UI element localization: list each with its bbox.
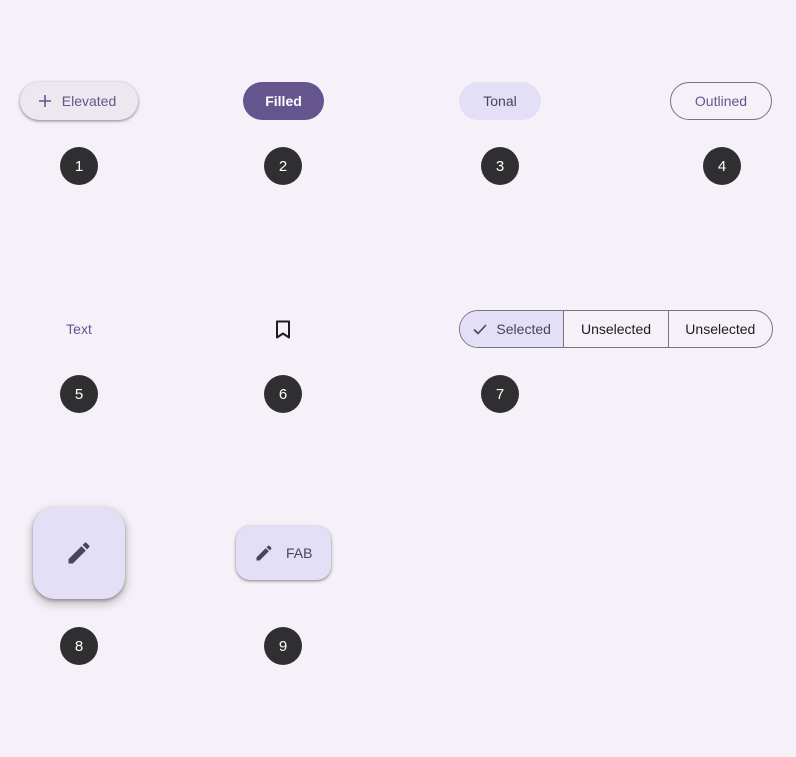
filled-button[interactable]: Filled bbox=[243, 82, 324, 120]
segment-unselected[interactable]: Unselected bbox=[667, 311, 772, 347]
badge-1: 1 bbox=[60, 147, 98, 185]
extended-fab[interactable]: FAB bbox=[236, 526, 331, 580]
check-icon bbox=[473, 324, 488, 335]
badge-2: 2 bbox=[264, 147, 302, 185]
bookmark-icon-button[interactable] bbox=[263, 309, 303, 349]
elevated-button-label: Elevated bbox=[61, 93, 117, 109]
badge-6: 6 bbox=[264, 375, 302, 413]
pencil-icon bbox=[256, 545, 272, 561]
tonal-button[interactable]: Tonal bbox=[459, 82, 541, 120]
outlined-button-label: Outlined bbox=[694, 93, 748, 109]
badge-4: 4 bbox=[703, 147, 741, 185]
segment-label: Unselected bbox=[685, 321, 756, 337]
large-fab[interactable] bbox=[33, 507, 125, 599]
tonal-button-label: Tonal bbox=[483, 93, 517, 109]
elevated-button[interactable]: Elevated bbox=[20, 82, 138, 120]
badge-5: 5 bbox=[60, 375, 98, 413]
text-button[interactable]: Text bbox=[44, 312, 114, 346]
plus-icon bbox=[38, 95, 51, 107]
extended-fab-label: FAB bbox=[286, 545, 313, 561]
text-button-label: Text bbox=[66, 321, 92, 337]
badge-7: 7 bbox=[481, 375, 519, 413]
filled-button-label: Filled bbox=[265, 93, 302, 109]
segmented-button: Selected Unselected Unselected bbox=[459, 310, 773, 348]
badge-9: 9 bbox=[264, 627, 302, 665]
segment-unselected[interactable]: Unselected bbox=[563, 311, 667, 347]
badge-3: 3 bbox=[481, 147, 519, 185]
pencil-icon bbox=[68, 542, 90, 564]
segment-label: Unselected bbox=[580, 321, 652, 337]
outlined-button[interactable]: Outlined bbox=[670, 82, 772, 120]
badge-8: 8 bbox=[60, 627, 98, 665]
bookmark-icon bbox=[276, 320, 290, 338]
segment-selected[interactable]: Selected bbox=[460, 311, 564, 347]
segment-label: Selected bbox=[496, 321, 551, 337]
